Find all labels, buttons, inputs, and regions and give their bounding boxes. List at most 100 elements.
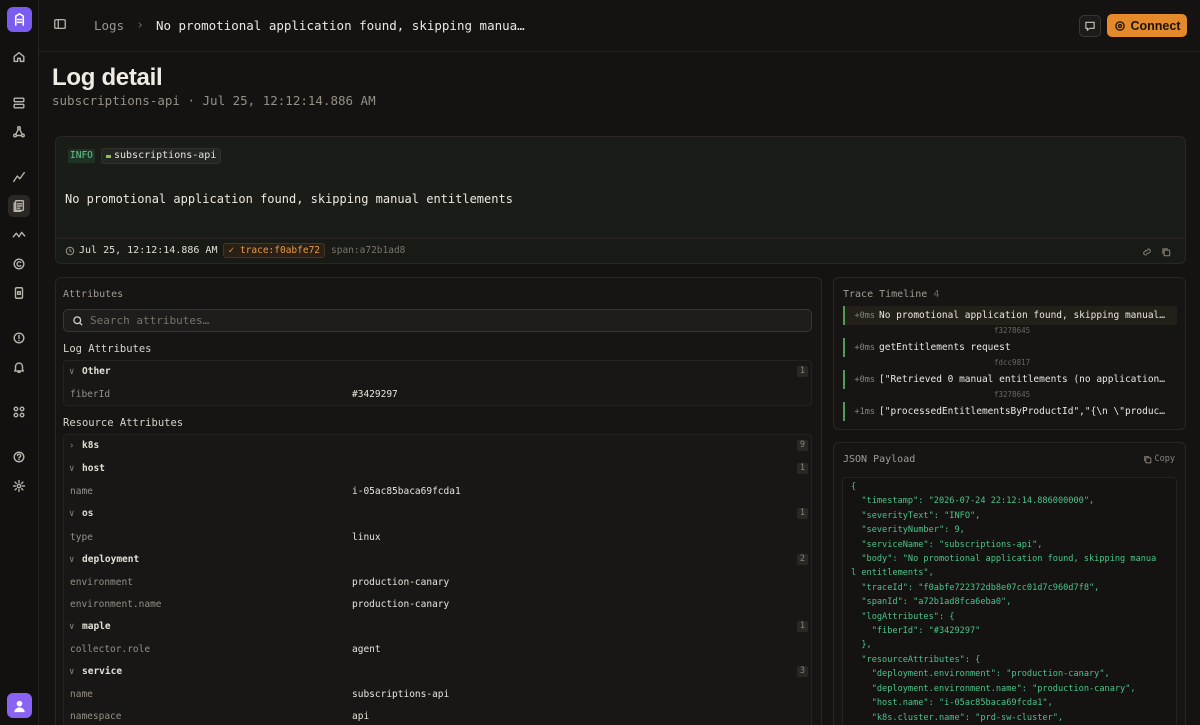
timeline-span-id: f3278645 xyxy=(994,390,1031,399)
timestamp: Jul 25, 12:12:14.886 AM xyxy=(65,245,217,256)
timeline-item[interactable]: +0ms ["Retrieved 0 manual entitlements (… xyxy=(843,370,1177,389)
breadcrumb-logs[interactable]: Logs xyxy=(94,18,124,33)
attribute-row[interactable]: name subscriptions-api xyxy=(63,683,812,705)
group-other[interactable]: ∨ Other 1 xyxy=(63,361,812,382)
attributes-title: Attributes xyxy=(63,289,124,300)
attributes-panel: Attributes Log Attributes ∨ Other 1 fibe… xyxy=(55,277,822,725)
service-color-dot xyxy=(106,154,111,158)
connect-button[interactable]: Connect xyxy=(1107,14,1187,37)
timeline-offset: +0ms xyxy=(854,342,875,353)
timeline-text: ["processedEntitlementsByProductId","{\n… xyxy=(879,406,1165,417)
group-count: 1 xyxy=(796,621,808,632)
group-name: host xyxy=(82,463,105,474)
app-logo-icon[interactable] xyxy=(7,7,32,32)
attribute-value: #3429297 xyxy=(352,388,398,400)
attribute-row[interactable]: type linux xyxy=(63,526,812,548)
group-k8s[interactable]: › k8s 9 xyxy=(63,435,812,456)
group-maple[interactable]: ∨ maple 1 xyxy=(63,616,812,637)
log-message-card: INFO subscriptions-api No promotional ap… xyxy=(55,136,1186,264)
group-os[interactable]: ∨ os 1 xyxy=(63,503,812,524)
attribute-key: collector.role xyxy=(70,643,151,655)
timeline-item[interactable]: +0ms getEntitlements request xyxy=(843,338,1177,357)
graph-icon[interactable] xyxy=(8,121,30,143)
group-service[interactable]: ∨ service 3 xyxy=(63,661,812,682)
settings-icon[interactable] xyxy=(8,475,30,497)
timeline-offset: +0ms xyxy=(854,310,875,321)
attribute-value: linux xyxy=(352,531,381,543)
copy-icon[interactable] xyxy=(8,253,30,275)
search-attributes[interactable] xyxy=(63,309,812,332)
group-host[interactable]: ∨ host 1 xyxy=(63,458,812,479)
chevron-down-icon: ∨ xyxy=(69,621,75,632)
chart-line-icon[interactable] xyxy=(8,166,30,188)
sidebar-toggle-icon[interactable] xyxy=(53,17,69,33)
timeline-item[interactable]: +0ms No promotional application found, s… xyxy=(843,306,1177,325)
clock-icon xyxy=(65,246,75,255)
attribute-row[interactable]: environment production-canary xyxy=(63,571,812,593)
attribute-key: namespace xyxy=(70,710,122,722)
log-meta-row: Jul 25, 12:12:14.886 AM ✓ trace:f0abfe72… xyxy=(65,243,405,258)
json-code-block: { "timestamp": "2026-07-24 22:12:14.8860… xyxy=(842,477,1177,725)
mobile-icon[interactable] xyxy=(8,282,30,304)
user-avatar-icon[interactable] xyxy=(7,693,32,718)
json-code: { "timestamp": "2026-07-24 22:12:14.8860… xyxy=(851,482,1157,723)
help-icon[interactable] xyxy=(8,446,30,468)
feedback-button[interactable] xyxy=(1079,15,1101,37)
group-count: 9 xyxy=(796,440,808,451)
attribute-key: name xyxy=(70,485,93,497)
breadcrumb: Logs › No promotional application found,… xyxy=(94,18,525,33)
trace-id-label: trace:f0abfe72 xyxy=(239,245,321,256)
group-count: 3 xyxy=(796,666,808,677)
alert-icon[interactable] xyxy=(8,327,30,349)
copy-json-button[interactable]: Copy xyxy=(1143,454,1175,464)
home-icon[interactable] xyxy=(8,46,30,68)
timeline-text: ["Retrieved 0 manual entitlements (no ap… xyxy=(879,374,1165,385)
trace-timeline-title: Trace Timeline 4 xyxy=(843,289,939,300)
database-icon[interactable] xyxy=(8,92,30,114)
attribute-key: name xyxy=(70,688,93,700)
connect-label: Connect xyxy=(1130,18,1181,33)
chevron-down-icon: ∨ xyxy=(69,366,75,377)
left-nav-rail xyxy=(0,0,39,725)
feedback-icon xyxy=(1085,21,1095,32)
group-deployment[interactable]: ∨ deployment 2 xyxy=(63,549,812,570)
attribute-row[interactable]: collector.role agent xyxy=(63,638,812,660)
timeline-text: getEntitlements request xyxy=(879,342,1011,353)
copy-icon xyxy=(1143,455,1151,463)
severity-badge: INFO xyxy=(68,149,95,163)
attribute-key: environment xyxy=(70,576,133,588)
link-icon[interactable] xyxy=(1142,247,1152,257)
json-payload-panel: JSON Payload Copy { "timestamp": "2026-0… xyxy=(833,442,1186,725)
chevron-down-icon: ∨ xyxy=(69,554,75,565)
timeline-text: No promotional application found, skippi… xyxy=(879,310,1165,321)
attribute-value: api xyxy=(352,710,370,722)
group-name: maple xyxy=(82,621,111,632)
group-count: 1 xyxy=(796,508,808,519)
timestamp-text: Jul 25, 12:12:14.886 AM xyxy=(79,245,218,256)
search-attributes-input[interactable] xyxy=(90,314,790,327)
logs-icon[interactable] xyxy=(8,195,30,217)
service-badge[interactable]: subscriptions-api xyxy=(101,148,222,164)
bell-icon[interactable] xyxy=(8,356,30,378)
attribute-value: production-canary xyxy=(352,598,450,610)
timeline-offset: +1ms xyxy=(854,406,875,417)
attribute-row[interactable]: name i-05ac85baca69fcda1 xyxy=(63,480,812,502)
attribute-key: type xyxy=(70,531,93,543)
copy-label: Copy xyxy=(1154,454,1175,464)
log-attributes-title: Log Attributes xyxy=(63,343,152,355)
integrations-icon[interactable] xyxy=(8,401,30,423)
timeline-item[interactable]: +1ms ["processedEntitlementsByProductId"… xyxy=(843,402,1177,421)
log-message-body-area: INFO subscriptions-api No promotional ap… xyxy=(56,137,1185,239)
copy-icon[interactable] xyxy=(1161,247,1171,257)
attribute-key: fiberId xyxy=(70,388,111,400)
trace-timeline-count: 4 xyxy=(933,289,940,300)
attribute-row[interactable]: namespace api xyxy=(63,705,812,725)
attribute-row[interactable]: environment.name production-canary xyxy=(63,593,812,615)
span-id: span:a72b1ad8 xyxy=(331,245,406,256)
activity-icon[interactable] xyxy=(8,224,30,246)
attribute-row[interactable]: fiberId #3429297 xyxy=(63,383,812,405)
attribute-key: environment.name xyxy=(70,598,162,610)
group-name: deployment xyxy=(82,554,140,565)
trace-link[interactable]: ✓ trace:f0abfe72 xyxy=(223,243,326,258)
chevron-right-icon: › xyxy=(136,18,144,33)
